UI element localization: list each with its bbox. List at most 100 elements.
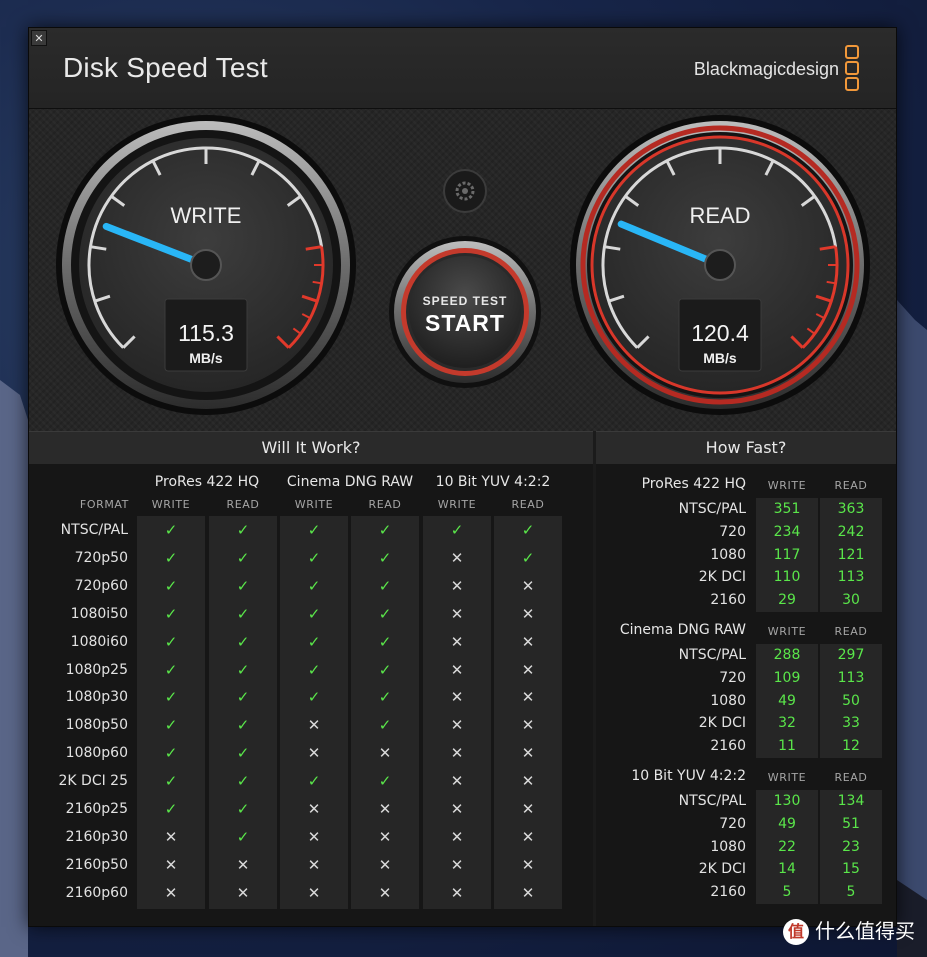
check-icon: ✓	[236, 827, 250, 846]
start-sub-label: SPEED TEST	[423, 294, 508, 308]
speed-row: 720 49 51	[596, 813, 896, 836]
sub-header: READ	[511, 498, 545, 511]
read-value: 120.4	[691, 320, 749, 346]
table-row: 720p50 ✓ ✓ ✓ ✓ ✕ ✓	[29, 544, 593, 572]
write-label: WRITE	[171, 203, 242, 228]
write-speed-value: 288	[773, 647, 801, 663]
sub-header: READ	[368, 498, 402, 511]
format-label: 720p50	[74, 549, 128, 566]
table-row: 2160p60 ✕ ✕ ✕ ✕ ✕ ✕	[29, 879, 593, 907]
cross-icon: ✕	[307, 716, 321, 735]
format-label: 2K DCI	[698, 861, 746, 878]
write-speed-value: 22	[778, 838, 796, 855]
write-speed-value: 5	[782, 884, 792, 901]
cross-icon: ✕	[450, 548, 464, 567]
read-speed-value: 33	[842, 715, 860, 732]
group-header: Cinema DNG RAW	[286, 474, 414, 490]
format-label: 2K DCI 25	[58, 773, 129, 790]
cross-icon: ✕	[307, 855, 321, 874]
start-button[interactable]: SPEED TEST START	[389, 236, 541, 388]
check-icon: ✓	[236, 744, 250, 763]
read-speed-value: 23	[842, 838, 860, 855]
cross-icon: ✕	[521, 855, 535, 874]
format-label: 1080	[710, 838, 746, 855]
group-header: 10 Bit YUV 4:2:2	[435, 474, 551, 490]
title-bar: Disk Speed Test Blackmagicdesign	[29, 28, 896, 109]
table-row: 1080p30 ✓ ✓ ✓ ✓ ✕ ✕	[29, 683, 593, 711]
format-label: 2160p50	[65, 856, 128, 873]
cross-icon: ✕	[450, 827, 464, 846]
cross-icon: ✕	[450, 855, 464, 874]
format-label: 2K DCI	[698, 569, 746, 586]
start-main-label: START	[425, 310, 505, 336]
speed-row: 2160 11 12	[596, 735, 896, 758]
check-icon: ✓	[378, 632, 392, 651]
check-icon: ✓	[164, 576, 178, 595]
check-icon: ✓	[236, 772, 250, 791]
check-icon: ✓	[236, 632, 250, 651]
speed-row: 2K DCI 14 15	[596, 858, 896, 881]
cross-icon: ✕	[521, 800, 535, 818]
check-icon: ✓	[164, 521, 178, 539]
speed-group-header: Cinema DNG RAW	[619, 622, 746, 638]
cross-icon: ✕	[307, 883, 321, 902]
cross-icon: ✕	[378, 883, 392, 902]
close-icon[interactable]: ✕	[31, 30, 47, 46]
cross-icon: ✕	[450, 688, 464, 707]
read-speed-value: 50	[842, 692, 860, 709]
cross-icon: ✕	[521, 688, 535, 707]
check-icon: ✓	[164, 688, 178, 707]
read-unit: MB/s	[703, 350, 737, 366]
speed-row: 720 109 113	[596, 667, 896, 690]
check-icon: ✓	[307, 604, 321, 623]
check-icon: ✓	[236, 800, 250, 818]
read-speed-value: 30	[842, 592, 860, 609]
read-sub-header: READ	[834, 479, 868, 492]
format-label: 2160	[710, 592, 746, 609]
table-row: 1080p25 ✓ ✓ ✓ ✓ ✕ ✕	[29, 656, 593, 684]
check-icon: ✓	[236, 604, 250, 623]
speed-row: 2K DCI 32 33	[596, 712, 896, 735]
speed-row: NTSC/PAL 130 134	[596, 790, 896, 813]
gear-icon[interactable]	[443, 169, 487, 213]
format-header: FORMAT	[79, 498, 129, 511]
check-icon: ✓	[164, 744, 178, 763]
check-icon: ✓	[236, 548, 250, 567]
check-icon: ✓	[378, 521, 392, 539]
write-gauge: WRITE 115.3 MB/s	[56, 115, 356, 415]
write-sub-header: WRITE	[767, 625, 807, 638]
read-speed-value: 113	[837, 669, 865, 686]
check-icon: ✓	[307, 688, 321, 707]
table-row: 720p60 ✓ ✓ ✓ ✓ ✕ ✕	[29, 572, 593, 600]
format-label: 1080i60	[70, 633, 128, 650]
speed-row: 1080 49 50	[596, 690, 896, 713]
check-icon: ✓	[378, 576, 392, 595]
format-label: 1080p50	[65, 717, 128, 734]
how-fast-table: ProRes 422 HQ WRITE READ NTSC/PAL 351 363 720 2…	[596, 464, 896, 926]
speed-row: 720 234 242	[596, 521, 896, 544]
cross-icon: ✕	[307, 800, 321, 818]
brand-name: Blackmagicdesign	[693, 59, 839, 79]
cross-icon: ✕	[521, 660, 535, 679]
sub-header: WRITE	[294, 498, 334, 511]
check-icon: ✓	[450, 521, 464, 539]
cross-icon: ✕	[164, 883, 178, 902]
table-row: NTSC/PAL ✓ ✓ ✓ ✓ ✓ ✓	[29, 516, 593, 544]
check-icon: ✓	[236, 521, 250, 539]
table-row: 1080i60 ✓ ✓ ✓ ✓ ✕ ✕	[29, 628, 593, 656]
write-speed-value: 49	[778, 692, 796, 709]
read-sub-header: READ	[834, 771, 868, 784]
check-icon: ✓	[307, 576, 321, 595]
read-speed-value: 121	[837, 546, 865, 563]
format-label: 2K DCI	[698, 715, 746, 732]
app-title: Disk Speed Test	[63, 52, 268, 83]
speed-row: 2160 29 30	[596, 589, 896, 612]
speed-group-header: ProRes 422 HQ	[641, 476, 746, 492]
format-label: 1080i50	[70, 605, 128, 622]
cross-icon: ✕	[521, 632, 535, 651]
cross-icon: ✕	[450, 632, 464, 651]
cross-icon: ✕	[521, 883, 535, 902]
brand-logo-icon	[845, 45, 859, 93]
table-row: 1080p60 ✓ ✓ ✕ ✕ ✕ ✕	[29, 739, 593, 767]
write-speed-value: 110	[773, 569, 801, 586]
